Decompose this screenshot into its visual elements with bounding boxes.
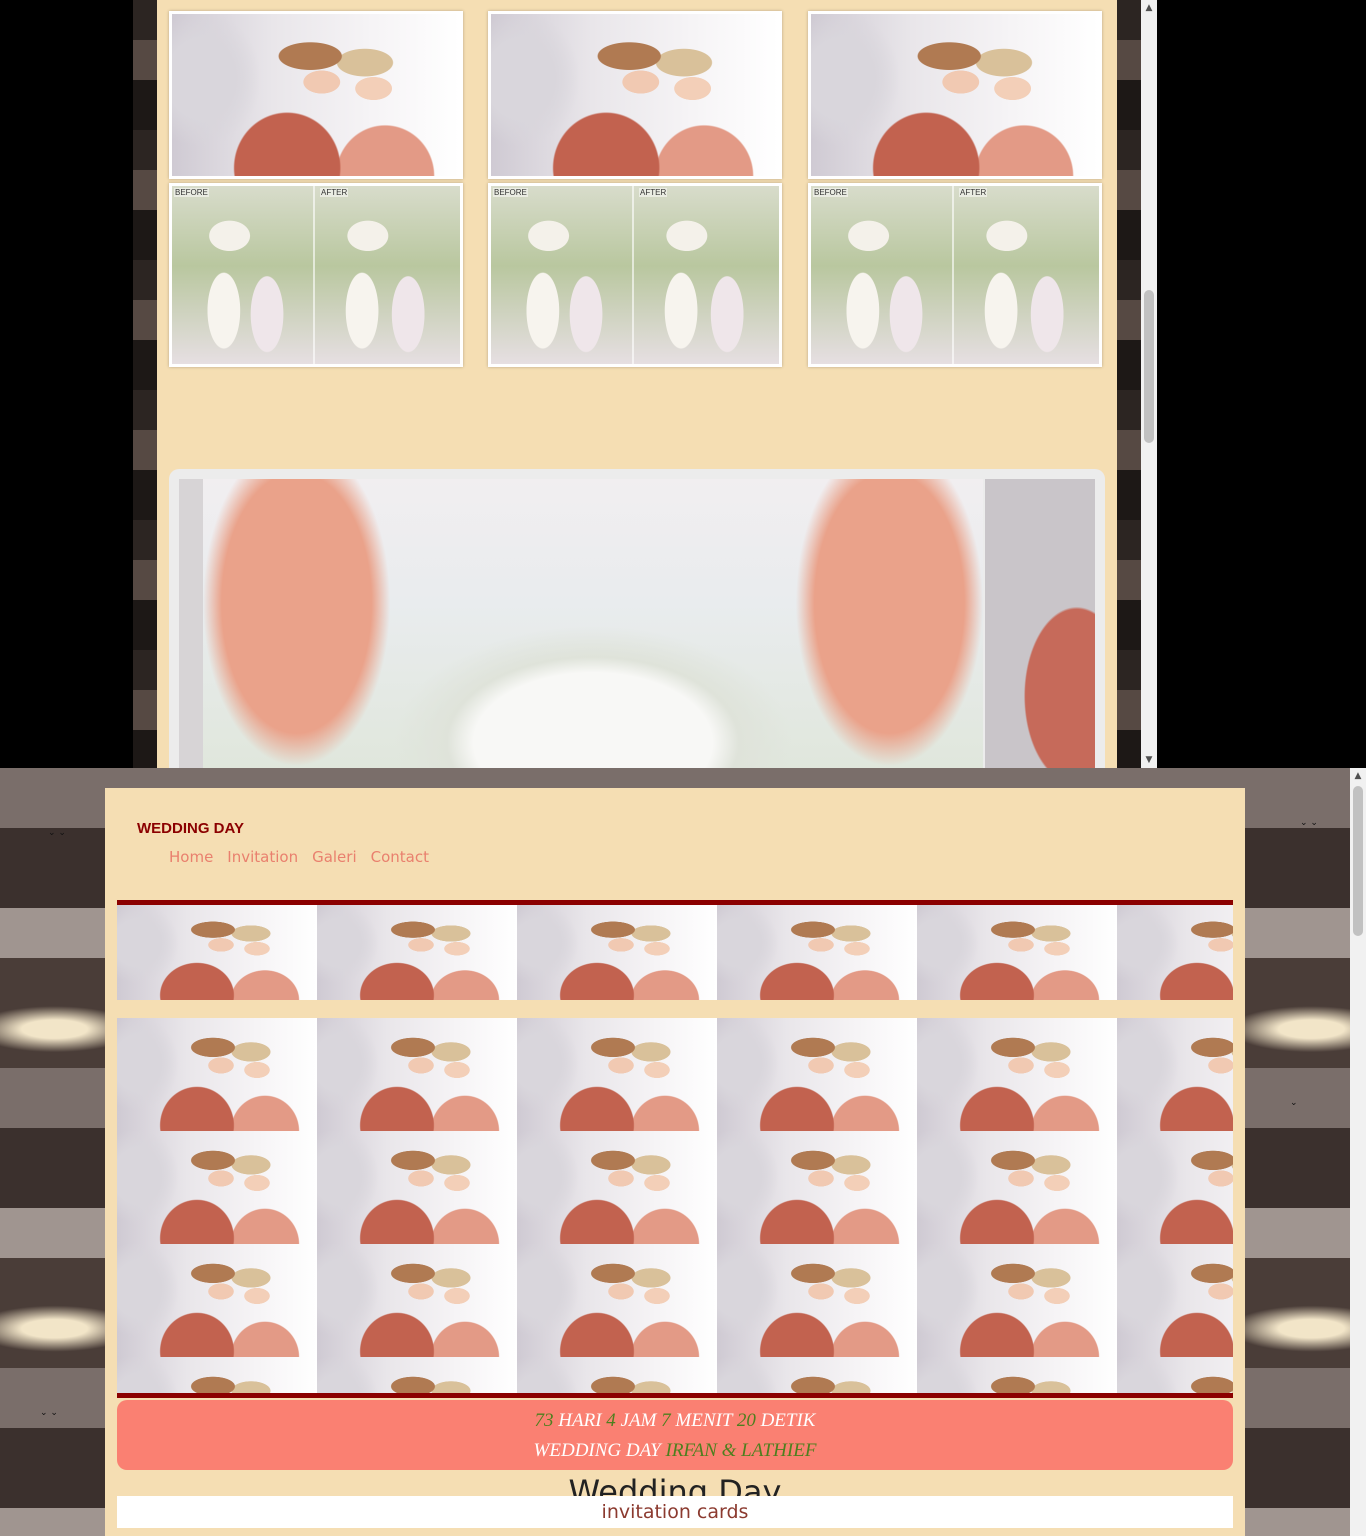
hero-photo-tile [317, 1244, 517, 1357]
bird-decoration: ⌄ [1290, 1098, 1298, 1108]
gallery-photo-couple[interactable] [808, 11, 1102, 179]
gallery-photo-before-after[interactable]: BEFORE AFTER [169, 183, 463, 367]
nav-home-link[interactable]: Home [169, 848, 213, 866]
before-after-image: BEFORE AFTER [172, 186, 460, 364]
hero-photo-tile [117, 1131, 317, 1244]
hero-photo-tile [717, 1244, 917, 1357]
event-label: WEDDING DAY [533, 1440, 661, 1461]
after-label: AFTER [959, 188, 988, 197]
hero-photo-tile [1117, 1131, 1233, 1244]
hero-photo-tile [717, 1018, 917, 1131]
main-nav: Home Invitation Galeri Contact [169, 848, 429, 866]
background-sea-right [1117, 0, 1141, 768]
countdown-minutes: 7 [661, 1410, 671, 1431]
couple-image [491, 14, 779, 176]
bird-decoration: ⌄ ⌄ [40, 1408, 58, 1418]
gallery-photo-couple[interactable] [488, 11, 782, 179]
hero-photo-tile [917, 1357, 1117, 1393]
hero-photo-tile [117, 1357, 317, 1393]
bird-decoration: ⌄ ⌄ [48, 828, 66, 838]
photo-slider[interactable] [169, 469, 1105, 768]
wedding-page: WEDDING DAY Home Invitation Galeri Conta… [105, 788, 1245, 1536]
hero-photo-tile [717, 905, 917, 1000]
hero-photo-tile [1117, 1244, 1233, 1357]
hero-photo-tile [1117, 905, 1233, 1000]
bouquet-photo [203, 479, 983, 768]
scroll-thumb[interactable] [1353, 786, 1363, 936]
hero-photo-tile [117, 1018, 317, 1131]
gallery-photo-before-after[interactable]: BEFORE AFTER [808, 183, 1102, 367]
scroll-down-arrow-icon[interactable]: ▼ [1141, 752, 1157, 768]
couple-image [811, 14, 1099, 176]
hero-photo-tile [117, 905, 317, 1000]
gallery-page: BEFORE AFTER BEFORE AFTER BEFORE AFTER [157, 0, 1117, 768]
hero-photo-tile [717, 1131, 917, 1244]
nav-galeri-link[interactable]: Galeri [312, 848, 357, 866]
hero-photo-tile [917, 1131, 1117, 1244]
nav-contact-link[interactable]: Contact [371, 848, 429, 866]
hero-photo-tile [917, 905, 1117, 1000]
countdown-minutes-label: MENIT [675, 1410, 733, 1431]
bird-decoration: ⌄ ⌄ [1300, 818, 1318, 828]
countdown-event: WEDDING DAY IRFAN & LATHIEF [117, 1436, 1233, 1466]
hero-photo-banner [117, 900, 1233, 1398]
scroll-up-arrow-icon[interactable]: ▲ [1141, 0, 1157, 16]
hero-photo-tile [917, 1018, 1117, 1131]
hero-photo-tile [317, 1131, 517, 1244]
bottom-scrollbar[interactable]: ▲ [1350, 768, 1366, 1536]
before-label: BEFORE [174, 188, 209, 197]
hero-photo-tile [517, 1018, 717, 1131]
countdown-banner: 73 HARI 4 JAM 7 MENIT 20 DETIK WEDDING D… [117, 1400, 1233, 1470]
scroll-up-arrow-icon[interactable]: ▲ [1350, 768, 1366, 784]
hero-photo-tile [317, 1357, 517, 1393]
after-label: AFTER [320, 188, 349, 197]
invitation-cards-heading: invitation cards [117, 1496, 1233, 1528]
top-browser-viewport: BEFORE AFTER BEFORE AFTER BEFORE AFTER ▲ [0, 0, 1366, 768]
hero-photo-tile [517, 1131, 717, 1244]
countdown-days: 73 [534, 1410, 554, 1431]
hero-photo-tile [317, 1018, 517, 1131]
countdown-timer: 73 HARI 4 JAM 7 MENIT 20 DETIK [117, 1406, 1233, 1436]
site-brand[interactable]: WEDDING DAY [137, 820, 244, 837]
slider-image [179, 479, 1095, 768]
countdown-hours: 4 [606, 1410, 616, 1431]
countdown-hours-label: JAM [620, 1410, 657, 1431]
top-scrollbar[interactable]: ▲ ▼ [1141, 0, 1157, 768]
before-label: BEFORE [493, 188, 528, 197]
nav-invitation-link[interactable]: Invitation [227, 848, 298, 866]
before-after-image: BEFORE AFTER [811, 186, 1099, 364]
bottom-browser-viewport: ⌄ ⌄ ⌄ ⌄ ⌄ ⌄ ⌄ WEDDING DAY Home Invitatio… [0, 768, 1366, 1536]
after-label: AFTER [639, 188, 668, 197]
scroll-thumb[interactable] [1144, 290, 1154, 443]
countdown-days-label: HARI [558, 1410, 602, 1431]
before-after-image: BEFORE AFTER [491, 186, 779, 364]
hero-photo-tile [317, 905, 517, 1000]
gallery-photo-couple[interactable] [169, 11, 463, 179]
gallery-photo-before-after[interactable]: BEFORE AFTER [488, 183, 782, 367]
before-label: BEFORE [813, 188, 848, 197]
hero-photo-tile [517, 1244, 717, 1357]
hero-photo-tile [517, 905, 717, 1000]
background-sea-left [133, 0, 157, 768]
hero-photo-tile [1117, 1357, 1233, 1393]
countdown-seconds-label: DETIK [760, 1410, 816, 1431]
hero-photo-tile [717, 1357, 917, 1393]
hero-photo-tile [1117, 1018, 1233, 1131]
hero-photo-tile [517, 1357, 717, 1393]
countdown-seconds: 20 [736, 1410, 756, 1431]
couple-image [172, 14, 460, 176]
hero-photo-tile [917, 1244, 1117, 1357]
couple-names: IRFAN & LATHIEF [665, 1440, 817, 1461]
hero-photo-tile [117, 1244, 317, 1357]
